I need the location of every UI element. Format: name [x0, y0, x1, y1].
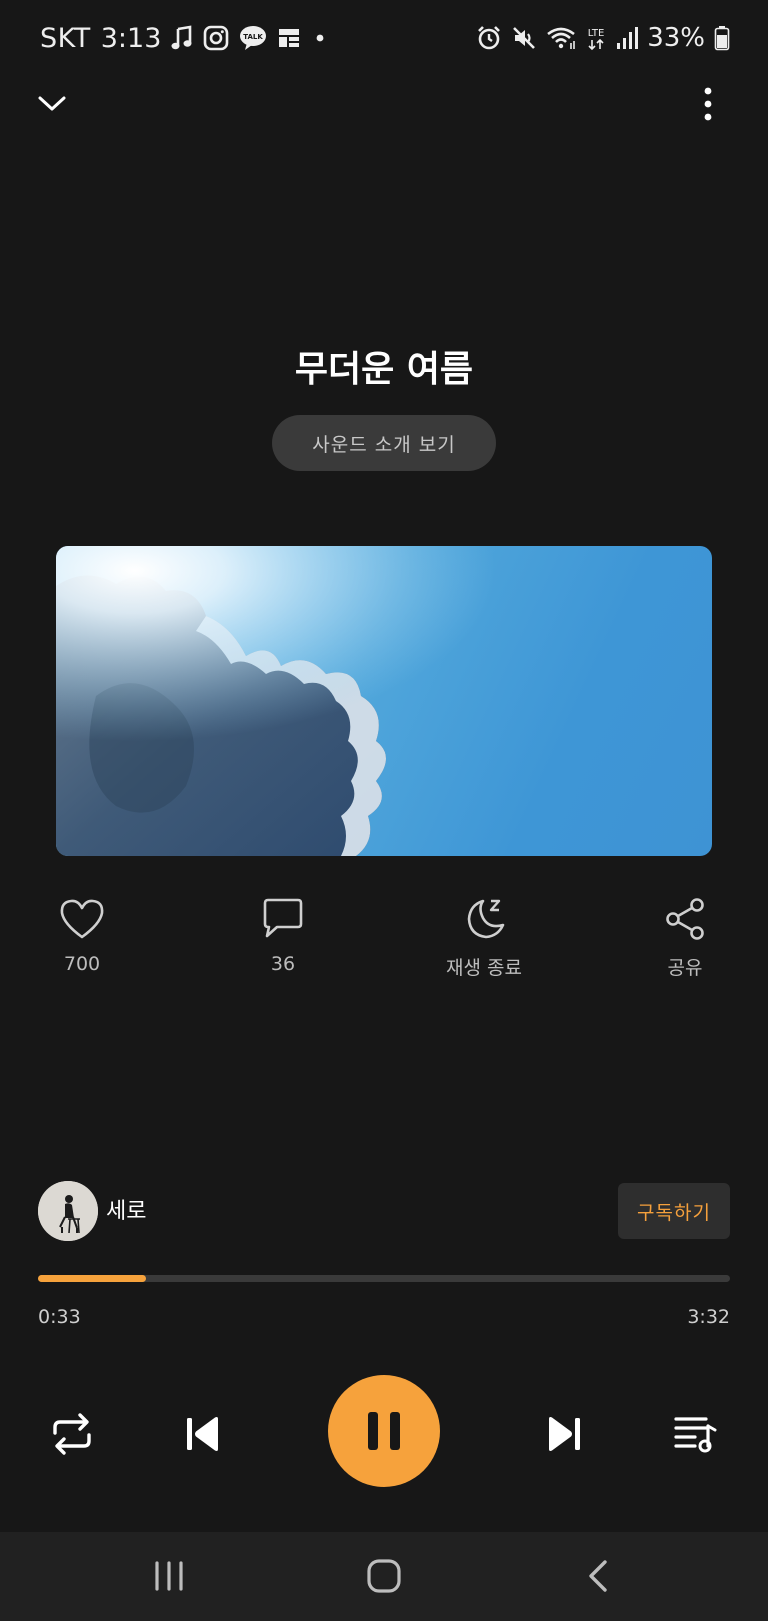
home-button[interactable] — [354, 1554, 414, 1598]
recent-apps-icon — [155, 1561, 183, 1591]
comment-icon — [259, 895, 307, 943]
progress-fill — [38, 1275, 146, 1282]
sleep-timer-action[interactable]: 재생 종료 — [414, 895, 554, 980]
status-right: LTE 33% — [476, 18, 730, 58]
moon-sleep-icon — [460, 895, 508, 943]
music-player-screen: SKT 3:13 TALK LTE 33% 무더운 여름 사운드 소개 보기 7… — [0, 0, 768, 1621]
dot-icon — [311, 23, 329, 53]
status-bar: SKT 3:13 TALK LTE 33% — [0, 0, 768, 76]
wifi-icon — [546, 23, 576, 53]
lte-icon: LTE — [585, 23, 607, 53]
comment-action[interactable]: 36 — [213, 895, 353, 975]
subscribe-button[interactable]: 구독하기 — [618, 1183, 730, 1239]
current-time: 0:33 — [38, 1306, 81, 1328]
pause-icon — [368, 1412, 400, 1450]
heart-icon — [58, 895, 106, 943]
back-button[interactable] — [568, 1554, 628, 1598]
instagram-icon — [203, 23, 229, 53]
comment-count: 36 — [270, 953, 296, 975]
like-count: 700 — [63, 953, 101, 975]
share-icon — [661, 895, 709, 943]
more-options-button[interactable] — [696, 84, 720, 124]
battery-percent: 33% — [647, 23, 705, 53]
clock: 3:13 — [100, 22, 162, 54]
player-top-bar — [0, 80, 768, 130]
back-icon — [589, 1560, 607, 1592]
next-icon — [549, 1417, 580, 1451]
artist-avatar[interactable] — [38, 1181, 98, 1241]
cover-art — [56, 546, 712, 856]
alarm-icon — [476, 23, 502, 53]
playlist-icon — [674, 1417, 717, 1453]
previous-icon — [187, 1417, 218, 1451]
playlist-button[interactable] — [668, 1406, 724, 1462]
repeat-icon — [53, 1413, 91, 1455]
share-label: 공유 — [667, 957, 703, 979]
battery-icon — [714, 23, 730, 53]
next-button[interactable] — [536, 1406, 592, 1462]
recent-apps-button[interactable] — [139, 1554, 199, 1598]
home-icon — [367, 1559, 401, 1593]
share-action[interactable]: 공유 — [615, 895, 755, 980]
signal-icon — [616, 23, 639, 53]
track-title: 무더운 여름 — [294, 349, 474, 390]
chevron-down-icon — [38, 96, 66, 111]
kakaotalk-icon: TALK — [239, 23, 267, 53]
play-pause-button[interactable] — [328, 1375, 440, 1487]
like-action[interactable]: 700 — [12, 895, 152, 975]
total-time: 3:32 — [687, 1306, 730, 1328]
artist-name[interactable]: 세로 — [106, 1193, 146, 1225]
carrier-label: SKT — [40, 22, 91, 54]
mute-icon — [511, 23, 537, 53]
sound-intro-button[interactable]: 사운드 소개 보기 — [272, 415, 496, 471]
news-icon — [277, 23, 301, 53]
more-vertical-icon — [704, 87, 712, 121]
progress-bar[interactable] — [38, 1275, 730, 1282]
previous-button[interactable] — [175, 1406, 231, 1462]
status-left: SKT 3:13 TALK — [40, 18, 329, 58]
system-nav-bar — [0, 1532, 768, 1621]
music-note-icon — [171, 23, 193, 53]
svg-text:TALK: TALK — [244, 33, 264, 41]
collapse-button[interactable] — [32, 84, 72, 124]
sleep-timer-label: 재생 종료 — [446, 957, 522, 979]
lte-label: LTE — [588, 28, 605, 39]
repeat-button[interactable] — [44, 1406, 100, 1462]
